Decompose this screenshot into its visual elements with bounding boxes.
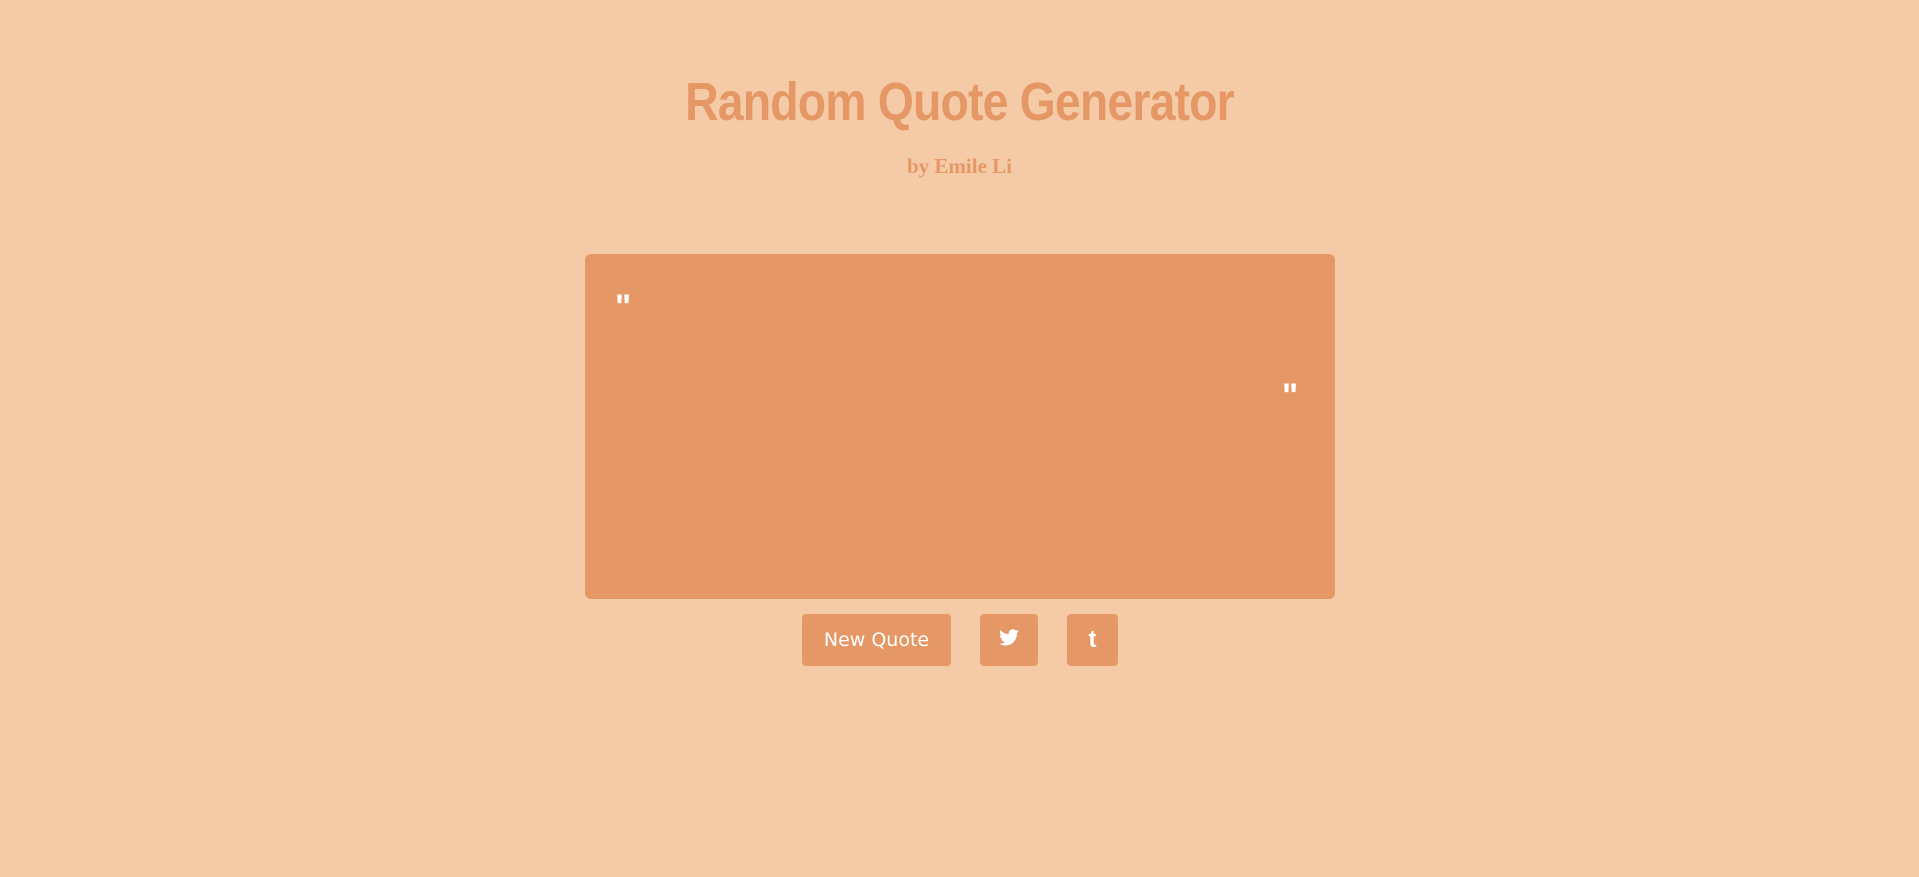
tweet-button[interactable] <box>980 614 1038 666</box>
page: Random Quote Generator by Emile Li " " N… <box>0 0 1919 877</box>
close-quote-icon: " <box>1282 377 1299 415</box>
quote-box: " " <box>585 254 1335 599</box>
tumblr-icon: t <box>1088 626 1097 653</box>
open-quote-icon: " <box>615 288 632 326</box>
author-byline: by Emile Li <box>906 154 1012 178</box>
twitter-icon <box>999 629 1019 651</box>
tumblr-button[interactable]: t <box>1067 614 1118 666</box>
new-quote-button[interactable]: New Quote <box>802 614 951 666</box>
page-title: Random Quote Generator <box>685 72 1235 132</box>
twitter-icon-svg <box>999 629 1019 646</box>
